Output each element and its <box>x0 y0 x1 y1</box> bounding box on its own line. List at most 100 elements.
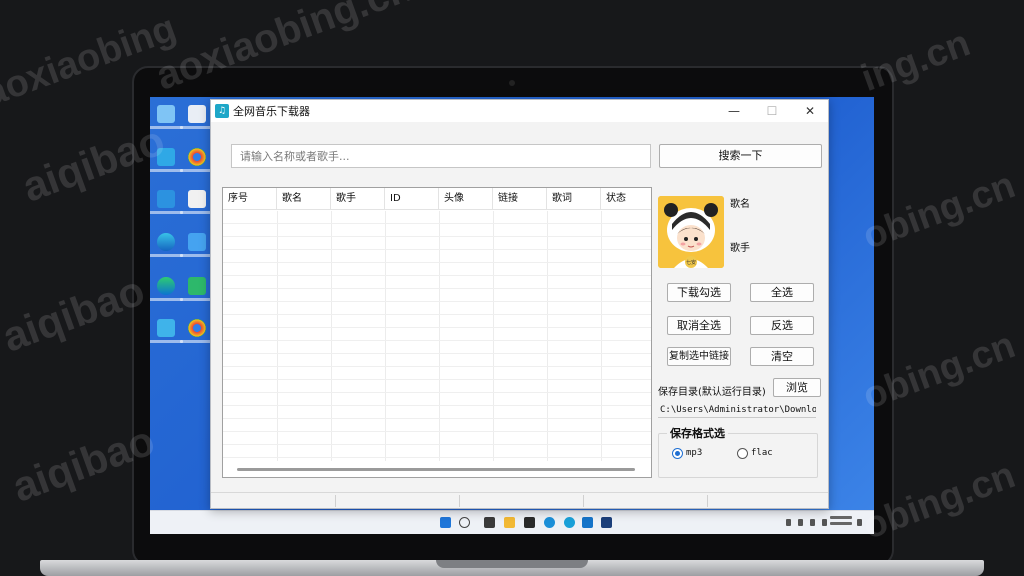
grid-line <box>223 288 651 289</box>
close-button[interactable]: ✕ <box>791 100 829 122</box>
select-all-button[interactable]: 全选 <box>750 283 814 302</box>
grid-line <box>223 392 651 393</box>
laptop-notch <box>436 560 588 568</box>
song-avatar: 七安 <box>658 196 724 268</box>
flac-radio[interactable] <box>737 448 748 459</box>
app-icon <box>188 277 206 295</box>
column-header-avatar[interactable]: 头像 <box>439 188 493 210</box>
format-group-title: 保存格式选 <box>667 425 728 441</box>
avatar-caption: 七安 <box>686 259 696 266</box>
start-icon[interactable] <box>440 517 451 528</box>
desktop-icon-label <box>180 126 214 129</box>
mp3-radio[interactable] <box>672 448 683 459</box>
desktop-icon-label <box>180 298 214 301</box>
download-selected-button[interactable]: 下载勾选 <box>667 283 731 302</box>
results-table[interactable]: 序号 歌名 歌手 ID 头像 链接 歌词 状态 <box>222 187 652 478</box>
column-header-lyrics[interactable]: 歌词 <box>547 188 601 210</box>
desktop-icon-label <box>180 254 214 257</box>
column-header-index[interactable]: 序号 <box>223 188 277 210</box>
grid-line <box>223 249 651 250</box>
title-bar[interactable]: ♫ 全网音乐下载器 — ☐ ✕ <box>211 100 828 122</box>
grid-line <box>223 236 651 237</box>
song-name-label: 歌名 <box>730 199 750 210</box>
grid-line <box>223 379 651 380</box>
mp3-radio-label[interactable]: mp3 <box>686 448 702 458</box>
tray-up-icon[interactable] <box>786 519 791 526</box>
clock[interactable] <box>830 516 852 528</box>
app-icon[interactable] <box>582 517 593 528</box>
volume-icon[interactable] <box>810 519 815 526</box>
clock-line <box>830 522 852 525</box>
table-header: 序号 歌名 歌手 ID 头像 链接 歌词 状态 <box>223 188 651 210</box>
window-title: 全网音乐下载器 <box>233 105 310 118</box>
music-app-icon: ♫ <box>215 104 229 118</box>
column-header-status[interactable]: 状态 <box>601 188 651 210</box>
flac-radio-label[interactable]: flac <box>751 448 773 458</box>
search-icon[interactable] <box>459 517 470 528</box>
clear-button[interactable]: 清空 <box>750 347 814 366</box>
grid-line <box>223 340 651 341</box>
notification-icon[interactable] <box>857 519 862 526</box>
network-icon <box>188 105 206 123</box>
singer-label: 歌手 <box>730 243 750 254</box>
status-divider <box>459 495 460 507</box>
camera <box>509 80 515 86</box>
grid-line <box>223 431 651 432</box>
maximize-button[interactable]: ☐ <box>753 100 791 122</box>
column-header-song[interactable]: 歌名 <box>277 188 331 210</box>
save-path-field[interactable]: C:\Users\Administrator\Downloads <box>658 402 816 418</box>
edge-icon[interactable] <box>544 517 555 528</box>
app-icon <box>157 148 175 166</box>
deselect-all-button[interactable]: 取消全选 <box>667 316 731 335</box>
grid-line <box>223 301 651 302</box>
column-header-id[interactable]: ID <box>385 188 439 210</box>
table-body <box>223 211 651 461</box>
grid-line <box>223 262 651 263</box>
column-header-singer[interactable]: 歌手 <box>331 188 385 210</box>
grid-line <box>223 275 651 276</box>
desktop-icon-label <box>180 340 214 343</box>
status-bar <box>211 492 828 508</box>
app-icon[interactable] <box>564 517 575 528</box>
search-input[interactable] <box>231 144 651 168</box>
column-header-link[interactable]: 链接 <box>493 188 547 210</box>
grid-line <box>223 366 651 367</box>
status-divider <box>583 495 584 507</box>
panda-avatar-icon: 七安 <box>658 196 724 268</box>
grid-line <box>223 327 651 328</box>
app-icon <box>157 190 175 208</box>
folder-icon <box>157 105 175 123</box>
grid-line <box>223 314 651 315</box>
chrome-icon <box>188 319 206 337</box>
music-downloader-window: ♫ 全网音乐下载器 — ☐ ✕ 搜索一下 序号 歌名 歌手 ID 头像 链接 歌… <box>210 99 829 509</box>
app-icon <box>188 190 206 208</box>
grid-line <box>223 444 651 445</box>
horizontal-scrollbar[interactable] <box>237 468 635 471</box>
chrome-icon <box>188 148 206 166</box>
app-icon <box>188 233 206 251</box>
grid-line <box>223 418 651 419</box>
save-directory-label: 保存目录(默认运行目录) <box>658 387 766 398</box>
watermark-text: aiqibao <box>0 266 151 361</box>
grid-line <box>223 457 651 458</box>
explorer-icon[interactable] <box>504 517 515 528</box>
invert-selection-button[interactable]: 反选 <box>750 316 814 335</box>
grid-line <box>223 223 651 224</box>
edge-icon <box>157 233 175 251</box>
minimize-button[interactable]: — <box>715 100 753 122</box>
copy-links-button[interactable]: 复制选中链接 <box>667 347 731 366</box>
music-app-icon[interactable] <box>601 517 612 528</box>
app-icon[interactable] <box>524 517 535 528</box>
network-tray-icon[interactable] <box>798 519 803 526</box>
desktop-icon-label <box>180 211 214 214</box>
desktop-icon-label <box>180 169 214 172</box>
grid-line <box>223 405 651 406</box>
edge-icon <box>157 277 175 295</box>
search-button[interactable]: 搜索一下 <box>659 144 822 168</box>
browse-button[interactable]: 浏览 <box>773 378 821 397</box>
taskbar <box>150 510 874 534</box>
status-divider <box>335 495 336 507</box>
status-divider <box>707 495 708 507</box>
taskview-icon[interactable] <box>484 517 495 528</box>
battery-icon[interactable] <box>822 519 827 526</box>
